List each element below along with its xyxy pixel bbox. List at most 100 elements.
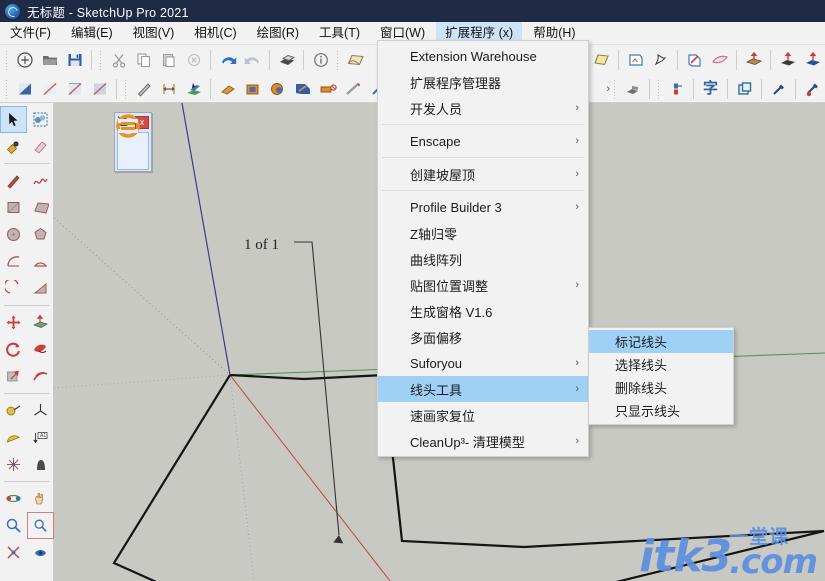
rotate-tool-icon[interactable]: [0, 336, 27, 363]
menu-item-quick-draw-reset[interactable]: 速画家复位: [378, 402, 588, 428]
model-info-icon[interactable]: [308, 47, 333, 72]
follow-me-icon[interactable]: [800, 47, 825, 72]
rectangle-tool-icon[interactable]: [0, 194, 27, 221]
freehand-tool-icon[interactable]: [27, 167, 54, 194]
menu-item-profile-builder-3[interactable]: Profile Builder 3 ›: [378, 194, 588, 220]
text-tool-icon[interactable]: 字: [698, 76, 723, 101]
line-tool-icon[interactable]: [131, 76, 156, 101]
zoom-window-icon[interactable]: [27, 512, 54, 539]
soften-edges-icon[interactable]: [707, 47, 732, 72]
menubar-item-view[interactable]: 视图(V): [124, 22, 184, 45]
material-eyedropper-icon[interactable]: [800, 76, 825, 101]
submenu-item-show-only-line-ends[interactable]: 只显示线头: [589, 399, 733, 422]
orbit-tool-icon[interactable]: [0, 485, 27, 512]
menu-item-extension-warehouse[interactable]: Extension Warehouse: [378, 43, 588, 69]
rotated-rectangle-icon[interactable]: [27, 194, 54, 221]
undo-icon[interactable]: [215, 47, 240, 72]
menu-item-enscape[interactable]: Enscape ›: [378, 128, 588, 154]
sword-icon[interactable]: [340, 76, 365, 101]
paint-bucket-icon[interactable]: [215, 76, 240, 101]
menubar-item-tools[interactable]: 工具(T): [310, 22, 369, 45]
dimension-icon[interactable]: A1: [27, 424, 54, 451]
polygon-tool-icon[interactable]: [27, 221, 54, 248]
color-by-axis-icon[interactable]: [682, 47, 707, 72]
paint-bucket-icon[interactable]: [27, 133, 54, 160]
toolbar-grip[interactable]: [99, 49, 103, 70]
eraser-icon[interactable]: [0, 133, 27, 160]
toolbar-grip[interactable]: [613, 78, 617, 99]
pan-tool-icon[interactable]: [27, 485, 54, 512]
three-point-arc-icon[interactable]: [27, 275, 54, 302]
menubar-item-edit[interactable]: 编辑(E): [62, 22, 122, 45]
3d-warehouse-icon[interactable]: [620, 76, 645, 101]
add-photo-icon[interactable]: [623, 47, 648, 72]
text-tool-icon[interactable]: [0, 451, 27, 478]
toolbar-grip[interactable]: [657, 78, 661, 99]
axes-tool-icon[interactable]: [27, 397, 54, 424]
protractor-icon[interactable]: [290, 76, 315, 101]
tape-measure-icon[interactable]: [0, 397, 27, 424]
push-pull-icon[interactable]: [240, 76, 265, 101]
push-pull-up-icon[interactable]: [741, 47, 766, 72]
new-document-icon[interactable]: [12, 47, 37, 72]
style-face-4-icon[interactable]: [87, 76, 112, 101]
menubar-item-draw[interactable]: 绘图(R): [248, 22, 308, 45]
menu-item-create-sloped-roof[interactable]: 创建坡屋顶 ›: [378, 161, 588, 187]
follow-me-icon[interactable]: [27, 336, 54, 363]
toolbar-grip[interactable]: [124, 78, 128, 99]
zoom-extents-icon[interactable]: [0, 539, 27, 566]
toolbar-grip[interactable]: [5, 49, 9, 70]
extrude-icon[interactable]: [775, 47, 800, 72]
menu-item-extension-manager[interactable]: 扩展程序管理器: [378, 69, 588, 95]
tag-icon[interactable]: [315, 76, 340, 101]
save-icon[interactable]: [62, 47, 87, 72]
toolbar-overflow-chevron-icon[interactable]: ›: [606, 83, 610, 95]
component-icon[interactable]: [732, 76, 757, 101]
offset-icon[interactable]: [265, 76, 290, 101]
section-plane-icon[interactable]: [589, 47, 614, 72]
two-point-arc-icon[interactable]: [0, 275, 27, 302]
menu-item-line-end-tool[interactable]: 线头工具 ›: [378, 376, 588, 402]
copy-icon[interactable]: [131, 47, 156, 72]
section-cut-icon[interactable]: [181, 76, 206, 101]
erase-icon[interactable]: [181, 47, 206, 72]
redo-icon[interactable]: [240, 47, 265, 72]
menu-item-generate-window-grid[interactable]: 生成窗格 V1.6: [378, 298, 588, 324]
style-face-2-icon[interactable]: [37, 76, 62, 101]
paste-icon[interactable]: [156, 47, 181, 72]
position-camera-icon[interactable]: [27, 539, 54, 566]
submenu-item-delete-line-ends[interactable]: 删除线头: [589, 376, 733, 399]
line-tool-icon[interactable]: [0, 167, 27, 194]
mini-tool-palette[interactable]: 速 x: [114, 112, 152, 172]
menu-item-cleanup3[interactable]: CleanUp³- 清理模型 ›: [378, 428, 588, 454]
menubar-item-camera[interactable]: 相机(C): [185, 22, 245, 45]
solid-inspector-icon[interactable]: [115, 113, 141, 139]
move-tool-icon[interactable]: [0, 309, 27, 336]
zoom-tool-icon[interactable]: [0, 512, 27, 539]
offset-tool-icon[interactable]: [27, 363, 54, 390]
print-icon[interactable]: [274, 47, 299, 72]
menu-item-suforyou[interactable]: Suforyou ›: [378, 350, 588, 376]
select-arrow-icon[interactable]: [0, 106, 27, 133]
3d-text-icon[interactable]: [27, 451, 54, 478]
push-pull-tool-icon[interactable]: [27, 309, 54, 336]
open-folder-icon[interactable]: [37, 47, 62, 72]
scene-page-icon[interactable]: [343, 47, 368, 72]
dimension-tool-icon[interactable]: [156, 76, 181, 101]
style-face-1-icon[interactable]: [12, 76, 37, 101]
dynamic-component-icon[interactable]: [664, 76, 689, 101]
submenu-item-mark-line-ends[interactable]: 标记线头: [589, 330, 733, 353]
circle-tool-icon[interactable]: [0, 221, 27, 248]
geo-location-icon[interactable]: [648, 47, 673, 72]
menu-item-z-axis-reset[interactable]: Z轴归零: [378, 220, 588, 246]
protractor-icon[interactable]: [0, 424, 27, 451]
scale-tool-icon[interactable]: [0, 363, 27, 390]
menu-item-texture-position[interactable]: 贴图位置调整 ›: [378, 272, 588, 298]
cut-scissors-icon[interactable]: [106, 47, 131, 72]
menu-item-developer[interactable]: 开发人员 ›: [378, 95, 588, 121]
toolbar-grip[interactable]: [336, 49, 340, 70]
arc-tool-icon[interactable]: [0, 248, 27, 275]
make-component-icon[interactable]: [27, 106, 54, 133]
menubar-item-file[interactable]: 文件(F): [1, 22, 60, 45]
toolbar-grip[interactable]: [5, 78, 9, 99]
